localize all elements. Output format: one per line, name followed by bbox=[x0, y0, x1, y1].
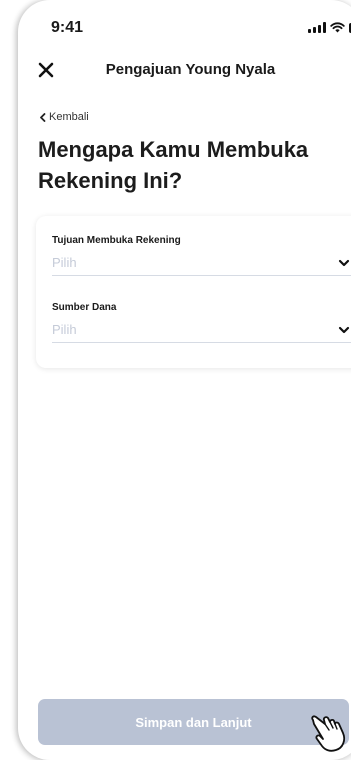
page-title: Mengapa Kamu Membuka Rekening Ini? bbox=[38, 137, 309, 193]
tujuan-select[interactable]: Pilih bbox=[52, 254, 351, 276]
pointing-hand-icon bbox=[311, 715, 346, 752]
field-label: Sumber Dana bbox=[52, 302, 117, 313]
field-tujuan: Tujuan Membuka Rekening Pilih bbox=[52, 235, 351, 276]
signal-icon bbox=[308, 22, 326, 33]
header: Pengajuan Young Nyala bbox=[18, 50, 351, 90]
select-placeholder: Pilih bbox=[52, 322, 77, 337]
header-title: Pengajuan Young Nyala bbox=[105, 61, 276, 78]
status-icons bbox=[308, 22, 351, 33]
sumber-dana-select[interactable]: Pilih bbox=[52, 321, 351, 343]
field-label: Tujuan Membuka Rekening bbox=[52, 235, 181, 246]
status-time: 9:41 bbox=[51, 19, 84, 36]
chevron-down-icon bbox=[338, 326, 350, 334]
field-sumber-dana: Sumber Dana Pilih bbox=[52, 302, 351, 343]
select-placeholder: Pilih bbox=[52, 255, 77, 270]
chevron-left-icon bbox=[40, 112, 46, 122]
back-link-label: Kembali bbox=[49, 111, 89, 123]
back-link[interactable]: Kembali bbox=[39, 111, 89, 123]
status-bar: 9:41 bbox=[18, 0, 351, 50]
form-card: Tujuan Membuka Rekening Pilih Sumber Dan… bbox=[36, 216, 351, 368]
chevron-down-icon bbox=[338, 259, 350, 267]
phone-frame: 9:41 Pengajuan Young Nyala Kembali Menga… bbox=[18, 0, 351, 760]
wifi-icon bbox=[330, 22, 345, 33]
submit-button[interactable]: Simpan dan Lanjut bbox=[38, 699, 349, 745]
